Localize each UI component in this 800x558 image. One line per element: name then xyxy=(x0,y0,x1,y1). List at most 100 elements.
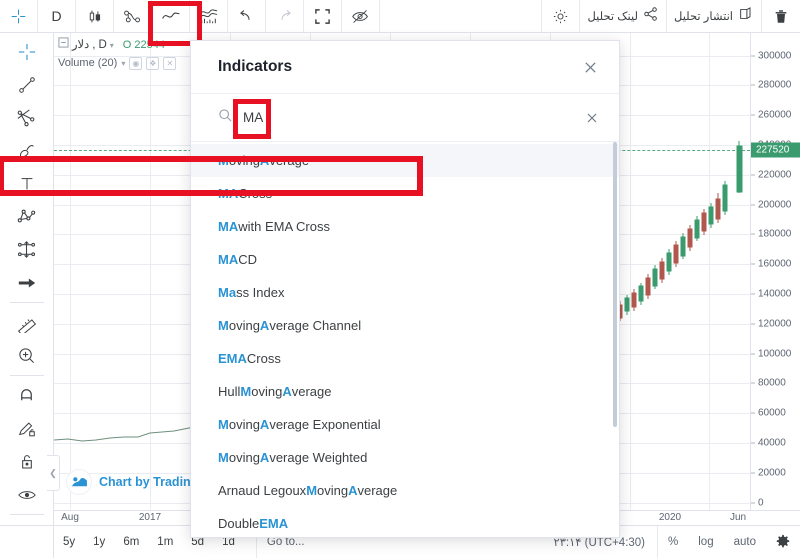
log-scale-button[interactable]: log xyxy=(688,526,723,558)
hide-drawings[interactable] xyxy=(0,478,54,511)
percent-scale-button[interactable]: % xyxy=(657,525,688,558)
list-item[interactable]: Ma ss Index xyxy=(191,276,619,309)
analysis-link-button[interactable]: لینک تحلیل xyxy=(580,0,667,32)
range-6m[interactable]: 6m xyxy=(114,536,148,548)
list-item[interactable]: MA with EMA Cross xyxy=(191,210,619,243)
item-text: verage xyxy=(291,384,332,399)
trash-icon[interactable] xyxy=(762,0,800,32)
item-text: oving xyxy=(228,450,260,465)
item-text: Cross xyxy=(246,351,281,366)
price-tick: 20000 xyxy=(758,467,786,479)
clear-icon[interactable] xyxy=(583,109,601,127)
zoom-in-tool[interactable] xyxy=(0,339,54,372)
undo-icon[interactable] xyxy=(228,0,266,32)
time-tick: 2020 xyxy=(658,512,682,523)
range-1m[interactable]: 1m xyxy=(148,536,182,548)
trend-line-tool[interactable] xyxy=(0,68,54,101)
list-item[interactable]: Moving Average Exponential xyxy=(191,408,619,441)
drawing-tools-sidebar xyxy=(0,33,54,558)
list-scrollbar[interactable] xyxy=(613,142,617,427)
price-tick: 220000 xyxy=(758,169,792,181)
bottom-left-pad xyxy=(0,525,54,558)
item-text: verage xyxy=(269,153,310,168)
study-chevron-down-icon[interactable]: ▾ xyxy=(121,56,125,71)
search-input[interactable] xyxy=(243,105,583,130)
time-tick: Aug xyxy=(61,512,79,523)
list-item[interactable]: MA CD xyxy=(191,243,619,276)
chevron-down-icon[interactable]: ▾ xyxy=(110,38,114,53)
range-1y[interactable]: 1y xyxy=(84,536,114,548)
indicator-results-list[interactable]: Moving Average MA Cross MA with EMA Cros… xyxy=(191,142,619,537)
price-tick: 100000 xyxy=(758,348,792,360)
item-text: Double xyxy=(218,516,260,531)
redo-icon[interactable] xyxy=(266,0,304,32)
auto-scale-button[interactable]: auto xyxy=(724,526,766,558)
gear-icon[interactable]: ❖ xyxy=(146,57,160,70)
list-item[interactable]: Arnaud Legoux Moving Average xyxy=(191,474,619,507)
toolbar-spacer xyxy=(380,0,543,32)
price-tick: 0 xyxy=(758,497,764,509)
publish-analysis-button[interactable]: انتشار تحلیل xyxy=(667,0,762,32)
crosshair-icon[interactable] xyxy=(0,0,38,32)
item-match: EMA xyxy=(259,516,289,531)
legend-symbol[interactable]: دلار xyxy=(72,38,89,53)
fullscreen-icon[interactable] xyxy=(304,0,342,32)
price-tick: 280000 xyxy=(758,79,792,91)
gear-icon[interactable] xyxy=(542,0,581,32)
patterns-tool[interactable] xyxy=(0,200,54,233)
prediction-tool[interactable] xyxy=(0,233,54,266)
top-toolbar: D لینک تحلیل انتشار تحلیل xyxy=(0,0,800,46)
magnet-mode[interactable] xyxy=(0,379,54,412)
chart-legend: دلار , D ▾ O 22544 Volume (20) ▾ ◉ ❖ ✕ xyxy=(58,37,177,71)
close-icon[interactable]: ✕ xyxy=(163,57,177,70)
price-tick: 80000 xyxy=(758,377,786,389)
lock-drawings[interactable] xyxy=(0,445,54,478)
interval-button[interactable]: D xyxy=(38,0,76,32)
collapse-sidebar-handle[interactable]: ❮ xyxy=(47,455,60,491)
eye-icon[interactable]: ◉ xyxy=(129,57,143,70)
rail-divider-2 xyxy=(9,375,44,376)
stay-in-drawing-mode[interactable] xyxy=(0,412,54,445)
list-item[interactable]: Moving Average Weighted xyxy=(191,441,619,474)
brush-tool[interactable] xyxy=(0,134,54,167)
item-match: A xyxy=(348,483,358,498)
cursor-tool[interactable] xyxy=(0,35,54,68)
item-match: Ma xyxy=(218,285,237,300)
item-text: oving xyxy=(317,483,349,498)
candlestick-icon[interactable] xyxy=(76,0,114,32)
item-match: M xyxy=(218,417,229,432)
item-text: verage Weighted xyxy=(269,450,368,465)
item-match: MA xyxy=(218,219,239,234)
price-tick: 60000 xyxy=(758,407,786,419)
item-match: MA xyxy=(218,186,239,201)
list-item[interactable]: EMA Cross xyxy=(191,342,619,375)
legend-interval[interactable]: D xyxy=(98,38,106,53)
hide-drawings-icon[interactable] xyxy=(342,0,380,32)
list-item[interactable]: Double EMA xyxy=(191,507,619,537)
arrow-marker-tool[interactable] xyxy=(0,266,54,299)
range-5y[interactable]: 5y xyxy=(54,536,84,548)
current-price-badge: 227520 xyxy=(751,142,800,158)
list-item[interactable]: Moving Average xyxy=(191,144,619,177)
compare-symbols-icon[interactable] xyxy=(114,0,152,32)
measure-tool[interactable] xyxy=(0,306,54,339)
item-match: A xyxy=(259,318,270,333)
item-match: MA xyxy=(218,252,239,267)
gear-icon[interactable] xyxy=(766,526,800,558)
item-text: verage Exponential xyxy=(269,417,381,432)
list-item[interactable]: Moving Average Channel xyxy=(191,309,619,342)
item-text: Arnaud Legoux xyxy=(218,483,307,498)
list-item[interactable]: Hull Moving Average xyxy=(191,375,619,408)
time-tick: 2017 xyxy=(138,512,162,523)
indicators-icon[interactable] xyxy=(190,0,228,32)
list-item[interactable]: MA Cross xyxy=(191,177,619,210)
minus-square-icon[interactable] xyxy=(58,37,69,53)
line-chart-icon[interactable] xyxy=(152,0,190,32)
dialog-title: Indicators xyxy=(218,58,293,75)
pitchfork-tool[interactable] xyxy=(0,101,54,134)
close-icon[interactable] xyxy=(579,56,601,78)
item-match: M xyxy=(306,483,318,498)
legend-study-label[interactable]: Volume (20) xyxy=(58,56,117,71)
price-axis[interactable]: 300000 280000 260000 240000 220000 20000… xyxy=(750,33,800,526)
text-tool[interactable] xyxy=(0,167,54,200)
